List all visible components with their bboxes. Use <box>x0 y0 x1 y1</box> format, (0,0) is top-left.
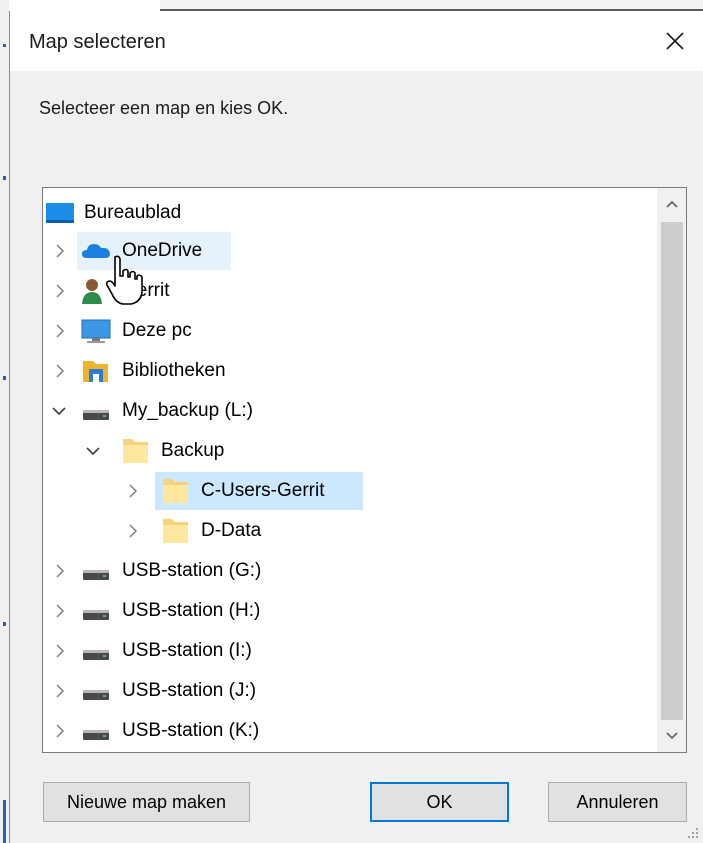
folder-picker-dialog: Map selecteren Selecteer een map en kies… <box>9 11 703 843</box>
title-bar: Map selecteren <box>10 11 703 71</box>
chevron-up-icon <box>666 200 678 208</box>
drive-icon <box>81 677 111 705</box>
chevron-right-icon[interactable] <box>53 322 67 340</box>
chevron-right-icon[interactable] <box>53 682 67 700</box>
tree-item-bureaublad[interactable]: Bureaublad <box>43 194 648 232</box>
background-window-top <box>160 0 703 11</box>
chevron-right-icon[interactable] <box>53 242 67 260</box>
tree-item-label: USB-station (I:) <box>122 640 252 661</box>
chevron-right-icon[interactable] <box>126 522 140 540</box>
tree-item-label: USB-station (J:) <box>122 680 257 701</box>
drive-icon <box>81 397 111 425</box>
tree-item-label: Deze pc <box>122 320 192 341</box>
tree-item-d-data[interactable]: D-Data <box>43 512 648 550</box>
user-icon <box>81 277 111 305</box>
drive-icon <box>81 597 111 625</box>
chevron-right-icon[interactable] <box>126 482 140 500</box>
dialog-title: Map selecteren <box>29 31 166 53</box>
tree-item-usb-k[interactable]: USB-station (K:) <box>43 712 648 750</box>
close-icon <box>666 32 684 50</box>
onedrive-cloud-icon <box>81 237 111 265</box>
tree-item-label: D-Data <box>201 520 262 541</box>
desktop-icon <box>45 199 75 227</box>
tree-item-bibliotheken[interactable]: Bibliotheken <box>43 352 648 390</box>
tree-item-gerrit[interactable]: Gerrit <box>43 272 648 310</box>
tree-item-onedrive[interactable]: OneDrive <box>43 232 648 270</box>
chevron-right-icon[interactable] <box>53 642 67 660</box>
tree-item-label: USB-station (G:) <box>122 560 262 581</box>
tree-item-label: Backup <box>161 440 225 461</box>
close-button[interactable] <box>647 11 703 71</box>
tree-item-label: My_backup (L:) <box>122 400 253 421</box>
chevron-right-icon[interactable] <box>53 282 67 300</box>
tree-item-c-users-gerrit[interactable]: C-Users-Gerrit <box>43 472 648 510</box>
cancel-button[interactable]: Annuleren <box>548 782 687 822</box>
tree-item-usb-j[interactable]: USB-station (J:) <box>43 672 648 710</box>
tree-item-label: Bibliotheken <box>122 360 226 381</box>
tree-item-usb-h[interactable]: USB-station (H:) <box>43 592 648 630</box>
computer-icon <box>81 317 111 345</box>
scroll-thumb[interactable] <box>661 222 683 720</box>
tree-item-backup[interactable]: Backup <box>43 432 648 470</box>
chevron-down-icon[interactable] <box>52 402 66 420</box>
drive-icon <box>81 717 111 745</box>
tree-item-label: Gerrit <box>122 280 170 301</box>
tree-item-my-backup[interactable]: My_backup (L:) <box>43 392 648 430</box>
tree-item-label: Bureaublad <box>84 202 182 223</box>
folder-icon <box>161 517 191 545</box>
background-window-edge <box>0 0 9 843</box>
tree-item-usb-i[interactable]: USB-station (I:) <box>43 632 648 670</box>
tree-item-label: OneDrive <box>122 240 203 261</box>
scroll-down-button[interactable] <box>658 720 686 752</box>
tree-item-usb-g[interactable]: USB-station (G:) <box>43 552 648 590</box>
vertical-scrollbar[interactable] <box>657 188 686 752</box>
folder-tree[interactable]: Bureaublad OneDrive Gerrit Deze pc Bibli… <box>42 187 687 753</box>
folder-icon <box>121 437 151 465</box>
resize-grip-icon[interactable] <box>685 825 699 839</box>
tree-item-label: C-Users-Gerrit <box>201 480 325 501</box>
new-folder-button[interactable]: Nieuwe map maken <box>43 782 250 822</box>
drive-icon <box>81 557 111 585</box>
tree-item-label: USB-station (H:) <box>122 600 261 621</box>
chevron-down-icon[interactable] <box>86 442 100 460</box>
scroll-up-button[interactable] <box>658 188 686 220</box>
folder-icon <box>161 477 191 505</box>
tree-item-label: USB-station (K:) <box>122 720 260 741</box>
chevron-right-icon[interactable] <box>53 602 67 620</box>
chevron-right-icon[interactable] <box>53 562 67 580</box>
chevron-right-icon[interactable] <box>53 362 67 380</box>
drive-icon <box>81 637 111 665</box>
tree-item-deze-pc[interactable]: Deze pc <box>43 312 648 350</box>
instruction-text: Selecteer een map en kies OK. <box>39 98 289 118</box>
libraries-icon <box>81 357 111 385</box>
chevron-down-icon <box>666 732 678 740</box>
ok-button[interactable]: OK <box>370 782 509 822</box>
chevron-right-icon[interactable] <box>53 722 67 740</box>
